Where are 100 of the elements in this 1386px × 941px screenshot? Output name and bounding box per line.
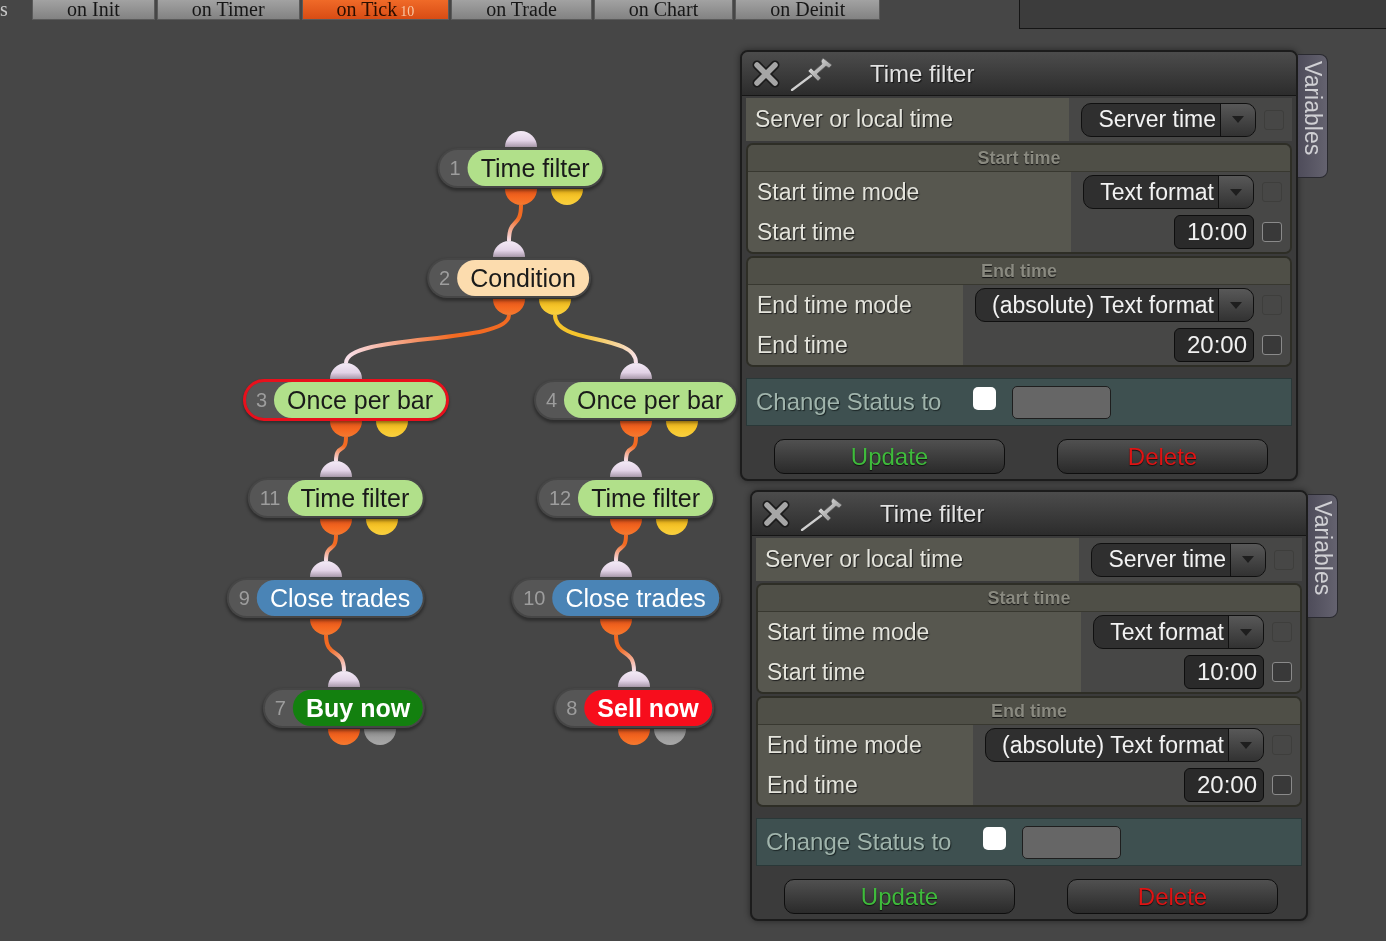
output-port-icon[interactable] xyxy=(320,519,352,535)
node-number: 9 xyxy=(237,586,251,610)
node-label: Time filter xyxy=(467,150,603,186)
time-field[interactable]: 10:00 xyxy=(1174,215,1254,249)
node-number: 4 xyxy=(545,388,559,412)
output-port-icon[interactable] xyxy=(493,299,525,315)
input-port-icon[interactable] xyxy=(320,461,352,477)
section-header: End time xyxy=(748,258,1290,285)
close-icon[interactable] xyxy=(752,59,780,88)
dropdown[interactable]: Server time xyxy=(1091,542,1266,577)
output-port-icon[interactable] xyxy=(310,619,342,635)
status-field[interactable] xyxy=(1012,385,1112,419)
caret-down-icon xyxy=(1232,116,1244,123)
input-port-icon[interactable] xyxy=(310,561,342,577)
update-button[interactable]: Update xyxy=(784,879,1015,914)
output-port-icon[interactable] xyxy=(505,189,537,205)
field-label: Server or local time xyxy=(746,98,1070,141)
field-label: End time xyxy=(748,325,963,365)
input-port-icon[interactable] xyxy=(328,671,360,687)
field-label: End time xyxy=(758,765,973,805)
event-tab[interactable]: on Deinit xyxy=(735,0,881,20)
field-label: End time mode xyxy=(748,285,963,325)
output-port-icon[interactable] xyxy=(328,729,360,745)
flow-node[interactable]: 3 Once per bar xyxy=(243,379,449,421)
status-label: Change Status to xyxy=(766,828,952,856)
dropdown[interactable]: (absolute) Text format xyxy=(985,728,1264,762)
field-label: Start time mode xyxy=(748,172,1072,212)
output-port-icon[interactable] xyxy=(618,729,650,745)
node-number: 2 xyxy=(438,266,452,290)
node-number: 10 xyxy=(522,586,547,610)
event-tab[interactable]: on Trade xyxy=(451,0,592,20)
node-number: 12 xyxy=(547,486,573,510)
output-port-icon[interactable] xyxy=(654,729,686,745)
output-port-icon[interactable] xyxy=(366,519,398,535)
status-label: Change Status to xyxy=(756,388,942,416)
input-port-icon[interactable] xyxy=(618,671,650,687)
node-label: Once per bar xyxy=(564,382,736,418)
output-port-icon[interactable] xyxy=(376,421,408,437)
output-port-icon[interactable] xyxy=(610,519,642,535)
output-port-icon[interactable] xyxy=(551,189,583,205)
node-label: Close trades xyxy=(552,580,719,616)
input-port-icon[interactable] xyxy=(505,131,537,147)
window-title: Time filter xyxy=(880,499,985,528)
time-field[interactable]: 20:00 xyxy=(1174,328,1254,362)
dropdown[interactable]: Text format xyxy=(1083,175,1254,209)
output-port-icon[interactable] xyxy=(666,421,698,437)
input-port-icon[interactable] xyxy=(610,461,642,477)
variables-tab[interactable]: Variables xyxy=(1298,54,1328,178)
update-button[interactable]: Update xyxy=(774,439,1005,474)
event-tab[interactable]: on Chart xyxy=(593,0,734,20)
output-port-icon[interactable] xyxy=(330,421,362,437)
dropdown[interactable]: Text format xyxy=(1093,615,1264,649)
dropdown[interactable]: (absolute) Text format xyxy=(975,288,1254,322)
output-port-icon[interactable] xyxy=(656,519,688,535)
node-label: Condition xyxy=(457,260,589,296)
node-label: Buy now xyxy=(293,690,424,726)
output-port-icon[interactable] xyxy=(600,619,632,635)
node-number: 8 xyxy=(565,696,579,720)
event-tab[interactable]: on Tick 10 xyxy=(301,0,450,20)
section-header: Start time xyxy=(748,145,1290,172)
node-number: 1 xyxy=(448,156,462,180)
node-label: Sell now xyxy=(584,690,712,726)
caret-down-icon xyxy=(1230,301,1242,309)
status-field[interactable] xyxy=(1022,825,1122,859)
field-label: Server or local time xyxy=(756,538,1080,581)
close-icon[interactable] xyxy=(762,499,790,528)
time-field[interactable]: 10:00 xyxy=(1184,655,1264,689)
caret-down-icon xyxy=(1240,741,1252,749)
checkbox[interactable] xyxy=(983,826,1007,850)
output-port-icon[interactable] xyxy=(364,729,396,745)
tick-count-label: 10 xyxy=(400,4,415,19)
input-port-icon[interactable] xyxy=(620,363,652,379)
event-tab[interactable]: on Init xyxy=(32,0,155,20)
checkbox[interactable] xyxy=(1262,222,1282,242)
checkbox[interactable] xyxy=(1272,662,1292,682)
variables-tab[interactable]: Variables xyxy=(1308,494,1338,618)
node-label: Time filter xyxy=(578,480,714,516)
node-label: Close trades xyxy=(256,580,424,616)
input-port-icon[interactable] xyxy=(493,241,525,257)
checkbox[interactable] xyxy=(1272,775,1292,795)
output-port-icon[interactable] xyxy=(539,299,571,315)
dropdown[interactable]: Server time xyxy=(1081,102,1256,137)
event-tab[interactable]: on Timer xyxy=(156,0,300,20)
node-number: 11 xyxy=(258,486,282,510)
field-label: End time mode xyxy=(758,725,973,765)
input-port-icon[interactable] xyxy=(330,363,362,379)
input-port-icon[interactable] xyxy=(600,561,632,577)
node-label: Time filter xyxy=(287,480,423,516)
checkbox[interactable] xyxy=(973,386,997,410)
section-header: Start time xyxy=(758,585,1300,612)
output-port-icon[interactable] xyxy=(620,421,652,437)
time-field[interactable]: 20:00 xyxy=(1184,768,1264,802)
field-label: Start time mode xyxy=(758,612,1082,652)
caret-down-icon xyxy=(1240,628,1252,636)
caret-down-icon xyxy=(1242,556,1254,563)
checkbox[interactable] xyxy=(1262,335,1282,355)
window-title: Time filter xyxy=(870,59,975,88)
node-label: Once per bar xyxy=(274,382,446,418)
section-header: End time xyxy=(758,698,1300,725)
caret-down-icon xyxy=(1230,188,1242,196)
